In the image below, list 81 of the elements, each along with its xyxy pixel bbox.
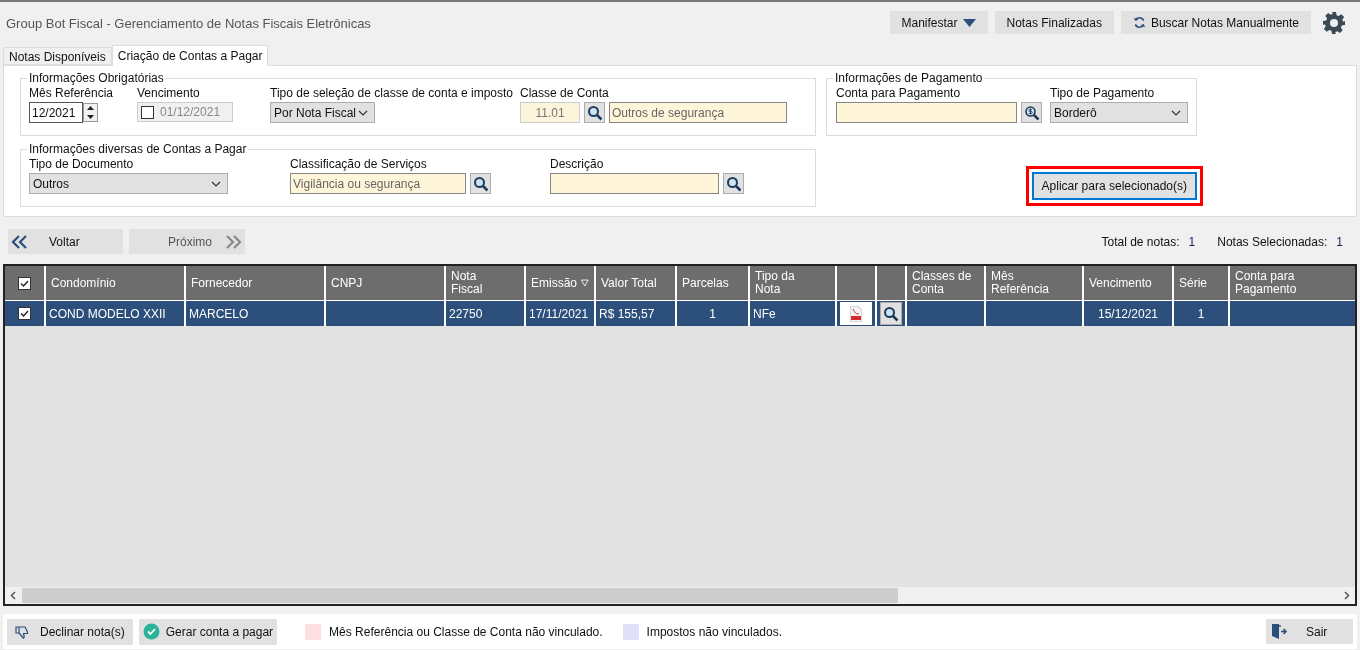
chevron-down-icon	[1171, 109, 1181, 116]
window-title: Group Bot Fiscal - Gerenciamento de Notas Fiscais Eletrônicas	[6, 14, 371, 33]
field-label: Mês Referência	[29, 86, 115, 100]
view-button[interactable]	[880, 302, 902, 325]
exit-door-icon	[1271, 623, 1288, 640]
apply-button[interactable]: Aplicar para selecionado(s)	[1031, 172, 1197, 200]
description-field[interactable]	[550, 173, 719, 194]
settings-icon[interactable]	[1322, 10, 1346, 35]
table-cell: NFe	[750, 301, 837, 326]
field-label: Conta para Pagamento	[836, 86, 962, 100]
down-icon	[87, 114, 94, 119]
search-icon	[586, 104, 603, 121]
generate-button[interactable]: Gerar conta a pagar	[138, 618, 278, 645]
tab[interactable]: Notas Disponíveis	[3, 47, 112, 65]
pdf-file-icon	[850, 305, 862, 322]
table-cell: COND MODELO XXII	[46, 301, 186, 326]
toolbar-button[interactable]: Manifestar	[889, 11, 988, 34]
group-title: Informações diversas de Contas a Pagar	[27, 142, 249, 156]
total-label: Total de notas:	[1101, 233, 1180, 251]
thumbs-down-icon	[15, 624, 29, 639]
month-field[interactable]: 12/2021	[29, 102, 83, 123]
table-cell: 17/11/2021	[526, 301, 596, 326]
table-cell: 1	[677, 301, 750, 326]
horizontal-scrollbar[interactable]	[5, 587, 1355, 604]
total-label: Notas Selecionadas:	[1217, 233, 1328, 251]
check-circle-icon	[142, 623, 160, 640]
legend-label: Mês Referência ou Classe de Conta não vinculado.	[329, 623, 603, 641]
toolbar-button[interactable]: Notas Finalizadas	[994, 11, 1114, 34]
table-row[interactable]: COND MODELO XXII MARCELO 22750 17/11/2021 R$ 155,57 1 NFe 15/12/2021 1	[5, 301, 1355, 326]
exit-button[interactable]: Sair	[1266, 619, 1353, 644]
group-title: Informações de Pagamento	[833, 71, 985, 85]
double-chevron-right-icon	[224, 233, 242, 250]
caret-icon	[962, 18, 976, 27]
search-button[interactable]	[470, 173, 491, 194]
field-label: Vencimento	[137, 86, 201, 100]
tab[interactable]: Criação de Contas a Pagar	[111, 45, 269, 66]
dropdown[interactable]: Outros	[29, 173, 228, 194]
search-icon	[883, 305, 899, 322]
field-label: Tipo de Documento	[29, 157, 135, 171]
decline-button[interactable]: Declinar nota(s)	[7, 618, 133, 645]
chevron-down-icon	[211, 180, 221, 187]
payment-account-field[interactable]	[836, 102, 1017, 123]
account-class-field[interactable]: Outros de segurança	[609, 102, 787, 123]
dropdown[interactable]: Por Nota Fiscal	[270, 102, 375, 123]
checkbox[interactable]	[18, 276, 31, 290]
dropdown[interactable]: Borderô	[1050, 102, 1188, 123]
table-cell: 15/12/2021	[1084, 301, 1174, 326]
table-cell: MARCELO	[186, 301, 326, 326]
search-icon	[472, 175, 489, 192]
refresh-icon	[1132, 16, 1146, 29]
field-label: Descrição	[550, 157, 605, 171]
service-class-field[interactable]: Vigilância ou segurança	[290, 173, 466, 194]
search-icon	[725, 175, 742, 192]
back-button[interactable]: Voltar	[8, 229, 123, 254]
table-cell: 22750	[446, 301, 526, 326]
group-title: Informações Obrigatórias	[27, 71, 166, 85]
date-field[interactable]: 01/12/2021	[137, 102, 233, 122]
legend-label: Impostos não vinculados.	[646, 623, 783, 641]
lookup-button[interactable]	[1021, 102, 1042, 123]
up-icon	[87, 106, 94, 111]
field-label: Tipo de seleção de classe de conta e imposto	[270, 86, 515, 100]
search-button[interactable]	[584, 102, 605, 123]
table-cell: R$ 155,57	[596, 301, 677, 326]
checkbox[interactable]	[18, 307, 31, 320]
checkbox[interactable]	[141, 105, 154, 119]
total-value: 1	[1188, 233, 1196, 251]
search-button[interactable]	[723, 173, 744, 194]
next-button[interactable]: Próximo	[129, 229, 245, 254]
code-field[interactable]: 11.01	[520, 102, 580, 123]
table-cell: 1	[1174, 301, 1230, 326]
money-search-icon	[1023, 104, 1040, 121]
scrollbar-thumb[interactable]	[22, 588, 898, 603]
field-label: Classe de Conta	[520, 86, 610, 100]
total-value: 1	[1336, 233, 1343, 251]
toolbar-button[interactable]: Buscar Notas Manualmente	[1120, 11, 1311, 34]
field-label: Classificação de Serviços	[290, 157, 428, 171]
chevron-down-icon	[358, 109, 368, 116]
pdf-button[interactable]	[840, 302, 872, 325]
spin-button[interactable]	[83, 103, 98, 122]
double-chevron-left-icon	[11, 233, 29, 250]
field-label: Tipo de Pagamento	[1050, 86, 1156, 100]
